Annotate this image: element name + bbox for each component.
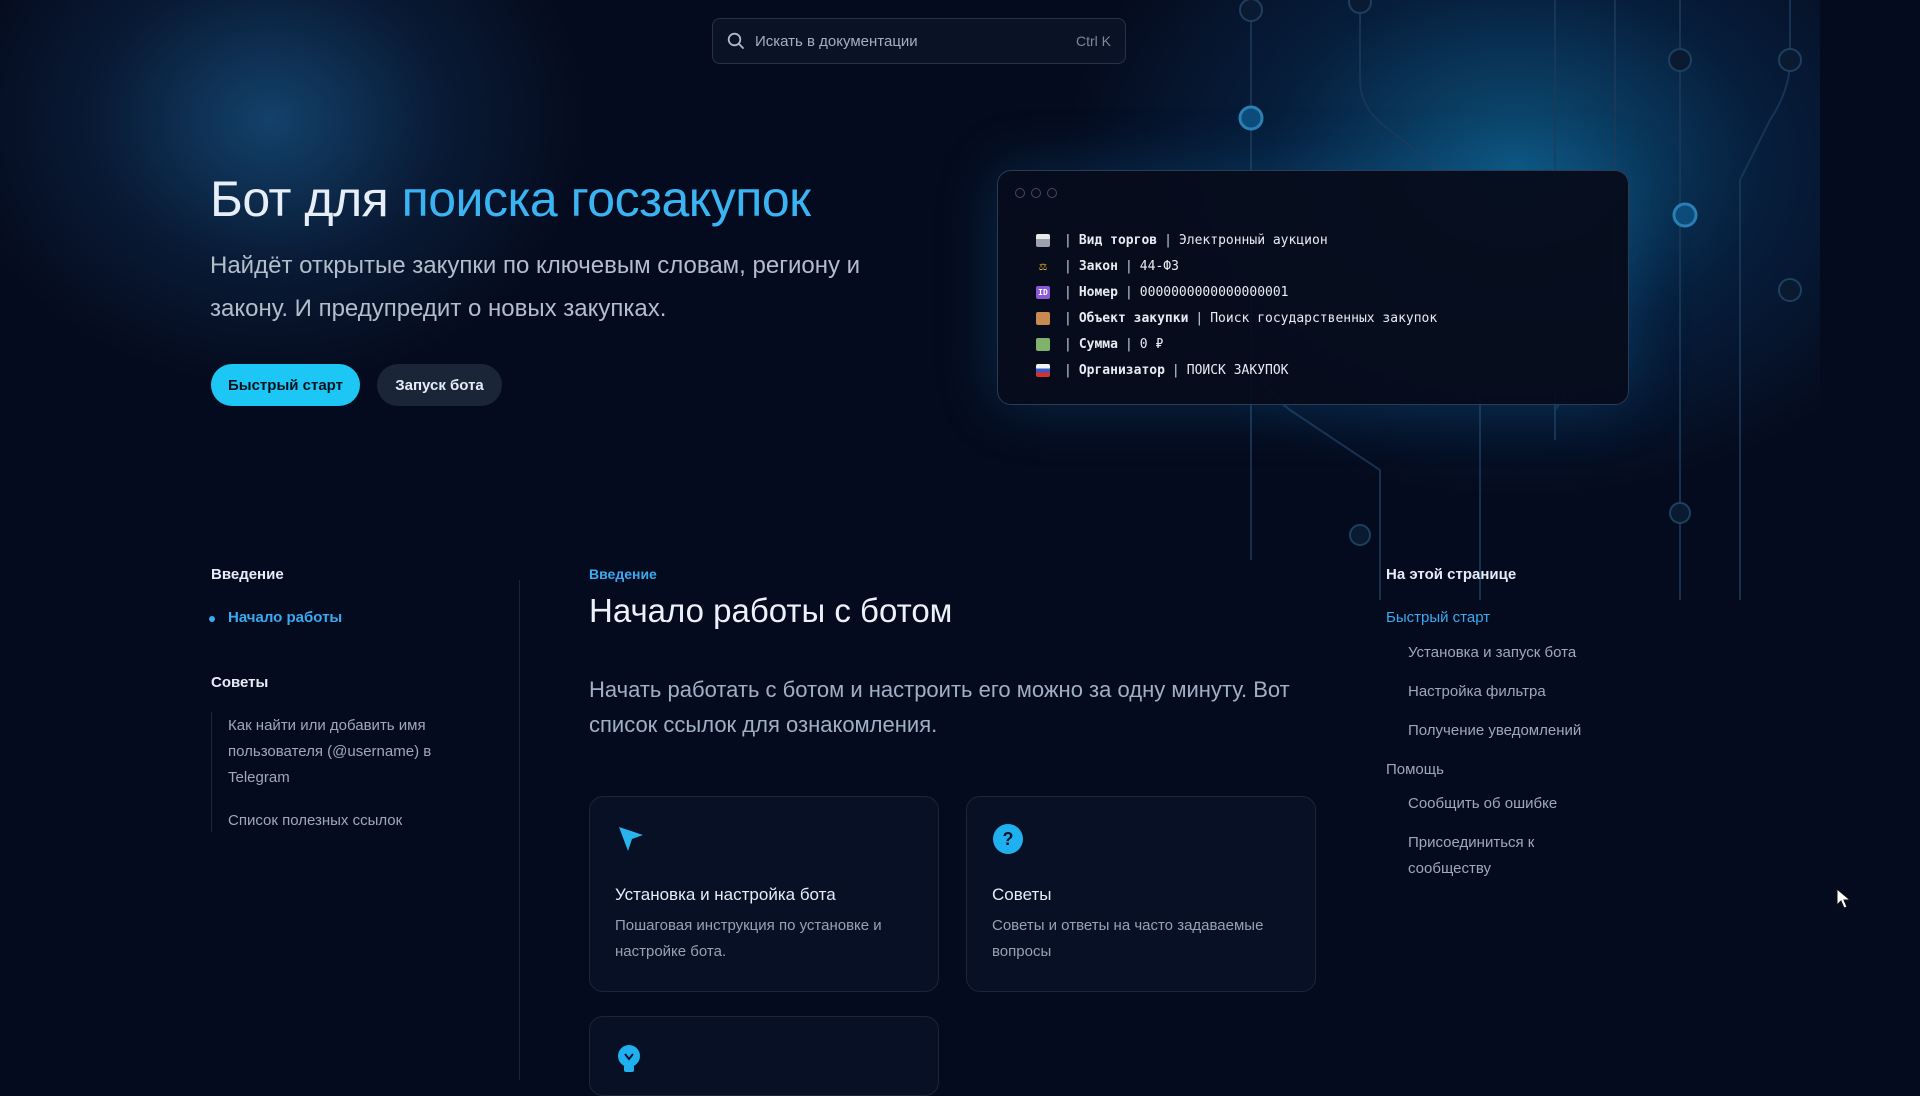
terminal-label: Сумма: [1078, 336, 1118, 352]
terminal-label: Вид торгов: [1078, 232, 1158, 248]
sidebar-section-intro: Введение: [211, 566, 284, 583]
launch-bot-button[interactable]: Запуск бота: [377, 364, 502, 406]
search-icon: [727, 32, 744, 49]
terminal-line: | Сумма | 0 ₽: [1036, 331, 1437, 357]
hero-subtitle: Найдёт открытые закупки по ключевым слов…: [210, 252, 861, 322]
card-title: Советы: [992, 885, 1052, 904]
printer-icon: [1036, 233, 1050, 247]
terminal-value: 44-ФЗ: [1139, 258, 1179, 274]
terminal-line: | Объект закупки | Поиск государственных за…: [1036, 305, 1437, 331]
breadcrumb[interactable]: Введение: [589, 566, 657, 582]
terminal-lines: | Вид торгов | Электронный аукцион ⚖ | Закон |…: [1036, 227, 1437, 383]
terminal-label: Организатор: [1078, 362, 1165, 378]
terminal-label: Номер: [1078, 284, 1118, 300]
toc-item-help[interactable]: Помощь: [1386, 757, 1444, 783]
flag-icon: [1036, 363, 1050, 377]
sidebar-item-getting-started[interactable]: Начало работы: [228, 605, 342, 631]
card-description: Советы и ответы на часто задаваемые вопр…: [992, 917, 1264, 960]
toc-item-report-bug[interactable]: Сообщить об ошибке: [1408, 791, 1557, 817]
card-ideas[interactable]: [589, 1016, 939, 1096]
sidebar-item-username[interactable]: Как найти или добавить имя пользователя …: [228, 713, 468, 791]
mouse-cursor-icon: [1836, 888, 1852, 909]
id-icon: ID: [1036, 285, 1050, 299]
terminal-value: 0 ₽: [1139, 336, 1164, 352]
hero-title-accent: поиска госзакупок: [401, 171, 811, 227]
terminal-preview: | Вид торгов | Электронный аукцион ⚖ | Закон |…: [997, 170, 1629, 405]
window-dots: [1015, 188, 1057, 198]
sidebar-divider: [519, 580, 520, 1080]
toc-item-quick-start[interactable]: Быстрый старт: [1386, 605, 1490, 631]
terminal-label: Закон: [1078, 258, 1118, 274]
search-placeholder: Искать в документации: [755, 32, 918, 50]
lightbulb-icon: [618, 1045, 640, 1072]
money-icon: [1036, 337, 1050, 351]
terminal-value: Поиск государственных закупок: [1210, 310, 1438, 326]
toc-item-notifications[interactable]: Получение уведомлений: [1408, 718, 1581, 744]
card-setup[interactable]: Установка и настройка бота Пошаговая инс…: [589, 796, 939, 992]
toc-item-install[interactable]: Установка и запуск бота: [1408, 640, 1576, 666]
toc-title: На этой странице: [1386, 566, 1517, 583]
hero-title-part1: Бот для: [210, 171, 402, 227]
page-intro: Начать работать с ботом и настроить его …: [589, 677, 1290, 737]
active-indicator-dot: [209, 616, 215, 622]
page-title: Начало работы с ботом: [589, 592, 953, 629]
toc-item-community[interactable]: Присоединиться к сообществу: [1408, 830, 1578, 882]
terminal-value: ПОИСК ЗАКУПОК: [1186, 362, 1289, 378]
card-description: Пошаговая инструкция по установке и наст…: [615, 917, 882, 960]
scales-icon: ⚖: [1039, 258, 1047, 274]
sidebar-item-useful-links[interactable]: Список полезных ссылок: [228, 808, 402, 834]
question-icon: ?: [993, 824, 1023, 854]
sidebar-rule: [211, 712, 212, 832]
package-icon: [1036, 311, 1050, 325]
hero-title: Бот для поиска госзакупок: [210, 170, 811, 228]
terminal-value: 0000000000000000001: [1139, 284, 1289, 300]
terminal-line: ID | Номер | 0000000000000000001: [1036, 279, 1437, 305]
terminal-line: | Организатор | ПОИСК ЗАКУПОК: [1036, 357, 1437, 383]
svg-text:?: ?: [1003, 829, 1014, 849]
search-shortcut: Ctrl K: [1076, 33, 1111, 49]
toc-item-filter[interactable]: Настройка фильтра: [1408, 679, 1546, 705]
cursor-arrow-icon: [619, 827, 643, 851]
terminal-label: Объект закупки: [1078, 310, 1189, 326]
terminal-value: Электронный аукцион: [1178, 232, 1328, 248]
terminal-line: ⚖ | Закон | 44-ФЗ: [1036, 253, 1437, 279]
quick-start-button[interactable]: Быстрый старт: [211, 364, 360, 406]
card-tips[interactable]: ? Советы Советы и ответы на часто задава…: [966, 796, 1316, 992]
terminal-line: | Вид торгов | Электронный аукцион: [1036, 227, 1437, 253]
card-title: Установка и настройка бота: [615, 885, 836, 904]
sidebar-section-tips: Советы: [211, 674, 269, 691]
search-input[interactable]: Искать в документации Ctrl K: [712, 18, 1126, 64]
